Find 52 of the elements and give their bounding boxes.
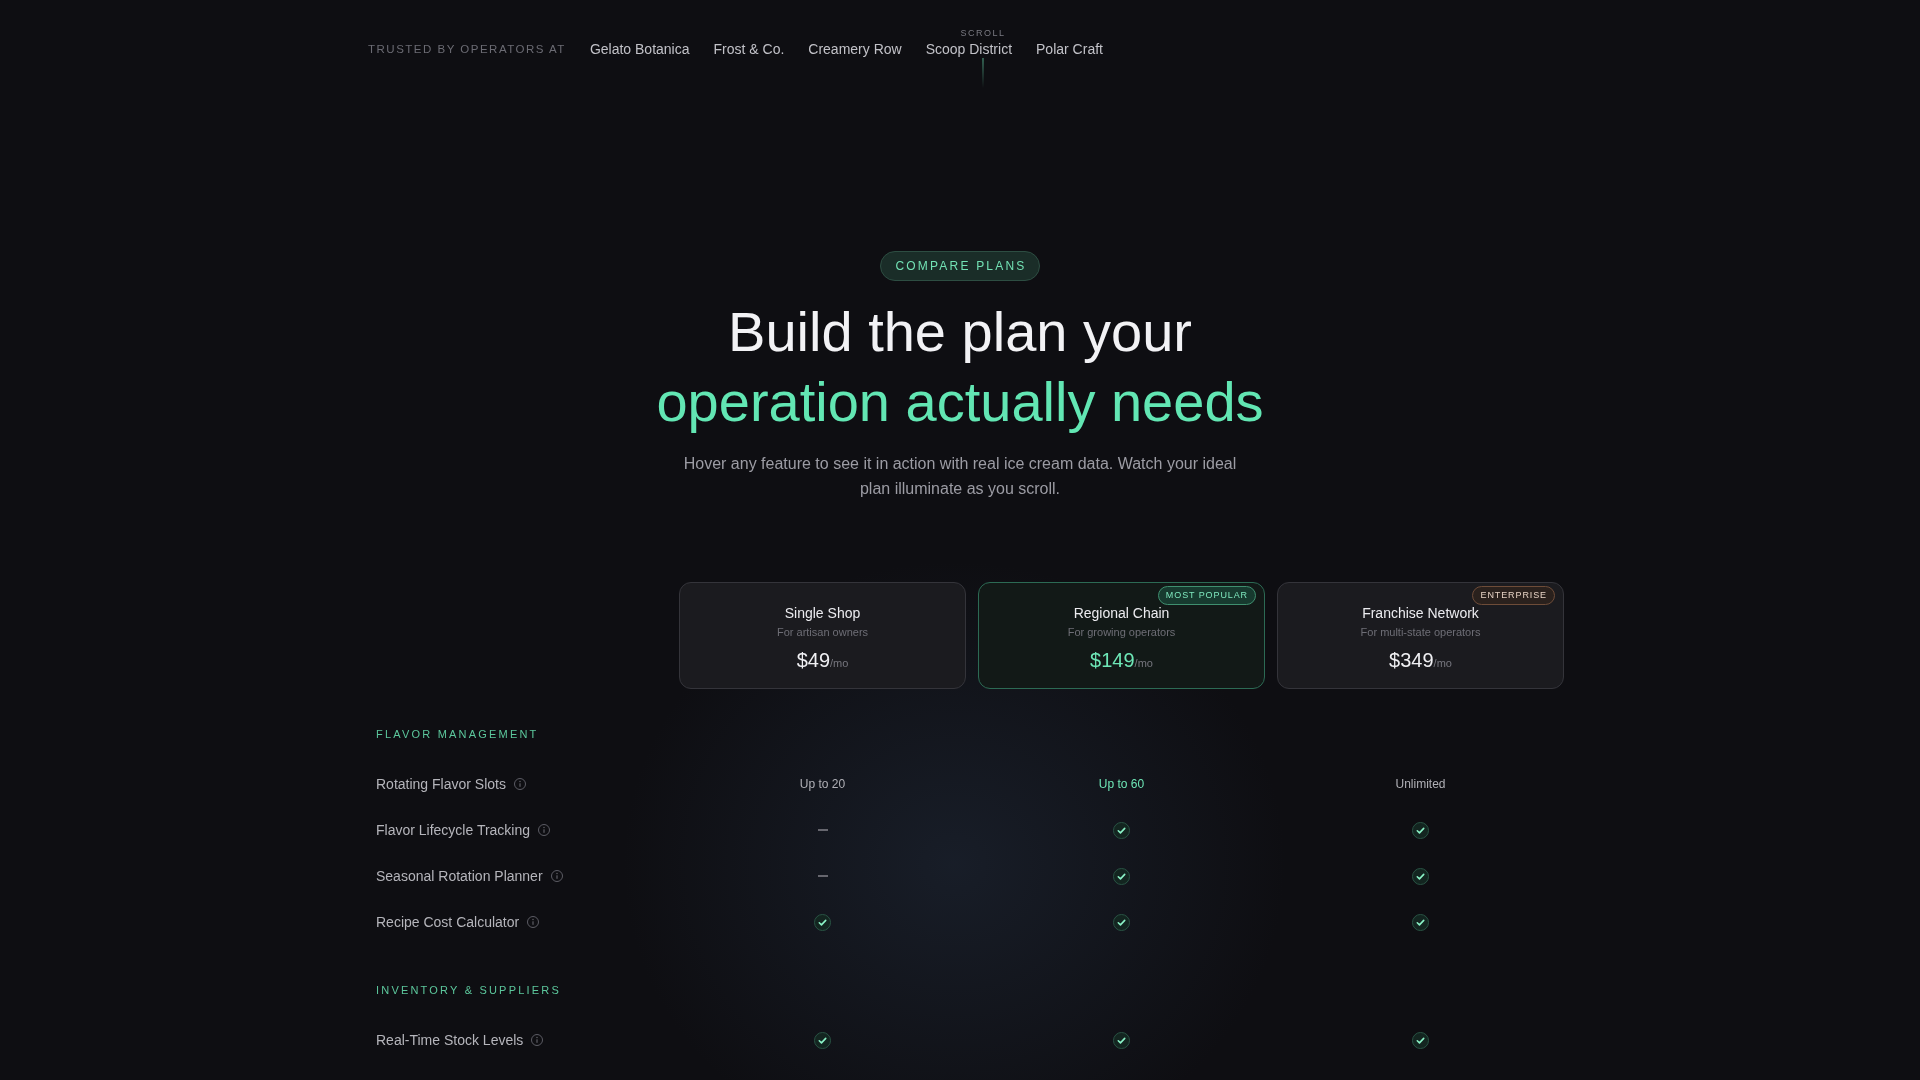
dash-icon <box>817 875 828 877</box>
price-period: /mo <box>1134 657 1153 671</box>
section-heading: INVENTORY & SUPPLIERS <box>375 983 562 998</box>
feature-name: Real-Time Stock Levels <box>376 1032 524 1048</box>
plan-description: For multi-state operators <box>1360 625 1481 639</box>
check-icon <box>814 913 831 931</box>
brand-name: Scoop District <box>925 41 1013 57</box>
check-icon <box>1113 821 1130 839</box>
info-icon[interactable] <box>550 870 563 882</box>
check-icon <box>1113 1031 1130 1049</box>
plan-price: $49 <box>796 648 830 673</box>
scroll-label: SCROLL <box>960 28 1006 39</box>
check-icon <box>1412 913 1429 931</box>
check-icon <box>814 1031 831 1049</box>
dash-icon <box>817 829 828 831</box>
info-icon[interactable] <box>531 1034 544 1046</box>
hero-title-highlight: operation actually needs <box>656 369 1264 435</box>
check-icon <box>1113 867 1130 885</box>
brand-name: Polar Craft <box>1036 41 1103 57</box>
hero-subtitle: Hover any feature to see it in action with real ice cream data. Watch your ideal plan illuminate as you scroll. <box>682 454 1238 499</box>
section-heading: FLAVOR MANAGEMENT <box>375 727 540 742</box>
info-icon[interactable] <box>538 824 551 836</box>
plan-name: Single Shop <box>784 604 861 622</box>
check-icon <box>1412 1031 1429 1049</box>
feature-value: Up to 20 <box>799 777 846 791</box>
price-period: /mo <box>830 657 849 671</box>
eyebrow-tag: COMPARE PLANS <box>880 251 1040 281</box>
check-icon <box>1412 867 1429 885</box>
plan-description: For growing operators <box>1067 625 1176 639</box>
check-icon <box>1412 821 1429 839</box>
plan-price: $349 <box>1389 648 1434 673</box>
plan-tag: MOST POPULAR <box>1157 586 1256 605</box>
price-period: /mo <box>1433 657 1452 671</box>
plan-price: $149 <box>1090 648 1135 673</box>
plan-name: Franchise Network <box>1362 604 1479 622</box>
check-icon <box>1113 913 1130 931</box>
info-icon[interactable] <box>527 916 540 928</box>
feature-name: Flavor Lifecycle Tracking <box>376 822 531 838</box>
hero-title: Build the plan your <box>728 299 1192 365</box>
feature-name: Seasonal Rotation Planner <box>376 868 543 884</box>
feature-value: Up to 60 <box>1098 777 1145 791</box>
brand-name: Creamery Row <box>808 41 902 57</box>
trusted-by-label: TRUSTED BY OPERATORS AT <box>368 43 566 55</box>
feature-value: Unlimited <box>1395 777 1446 791</box>
info-icon[interactable] <box>513 778 526 790</box>
brand-name: Frost & Co. <box>713 41 785 57</box>
plan-description: For artisan owners <box>776 625 869 639</box>
plan-name: Regional Chain <box>1073 604 1170 622</box>
brand-name: Gelato Botanica <box>589 41 690 57</box>
feature-name: Rotating Flavor Slots <box>376 776 506 792</box>
feature-name: Recipe Cost Calculator <box>376 914 520 930</box>
plan-tag: ENTERPRISE <box>1472 586 1555 605</box>
